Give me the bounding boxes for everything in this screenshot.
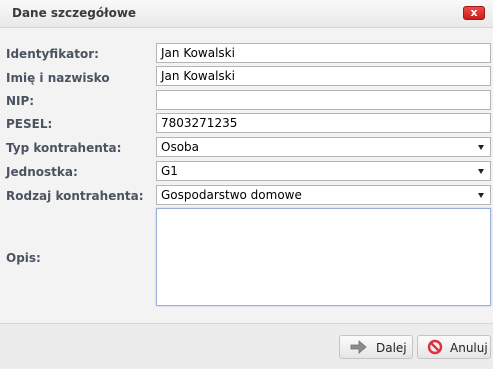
cancel-button[interactable]: Anuluj (417, 335, 491, 359)
identyfikator-field[interactable]: Jan Kowalski (156, 43, 491, 63)
jednostka-label: Jednostka: (6, 165, 78, 179)
typ-kontrahenta-value: Osoba (161, 140, 200, 154)
nip-label: NIP: (6, 94, 35, 108)
arrow-right-icon (350, 340, 367, 354)
cancel-icon (427, 339, 443, 355)
dialog-title: Dane szczegółowe (12, 6, 137, 20)
close-icon: x (470, 6, 478, 19)
details-dialog: Dane szczegółowe x Identyfikator: Jan Ko… (0, 0, 493, 369)
nip-field[interactable] (156, 90, 491, 110)
next-button-label: Dalej (376, 341, 407, 355)
imie-nazwisko-field[interactable]: Jan Kowalski (156, 66, 491, 86)
dialog-titlebar: Dane szczegółowe x (0, 0, 493, 28)
typ-kontrahenta-label: Typ kontrahenta: (6, 141, 122, 155)
rodzaj-kontrahenta-value: Gospodarstwo domowe (161, 188, 302, 202)
opis-textarea[interactable] (156, 208, 491, 306)
typ-kontrahenta-select[interactable]: Osoba (156, 137, 491, 157)
rodzaj-kontrahenta-select[interactable]: Gospodarstwo domowe (156, 185, 491, 205)
identyfikator-label: Identyfikator: (6, 47, 99, 61)
imie-nazwisko-label: Imię i nazwisko (6, 71, 110, 85)
pesel-label: PESEL: (6, 117, 53, 131)
chevron-down-icon[interactable] (478, 193, 484, 198)
pesel-field[interactable]: 7803271235 (156, 113, 491, 133)
chevron-down-icon[interactable] (478, 145, 484, 150)
jednostka-value: G1 (161, 164, 178, 178)
rodzaj-kontrahenta-label: Rodzaj kontrahenta: (6, 189, 144, 203)
close-button[interactable]: x (463, 6, 485, 20)
opis-label: Opis: (6, 251, 41, 265)
next-button[interactable]: Dalej (339, 335, 413, 359)
cancel-button-label: Anuluj (450, 341, 488, 355)
jednostka-select[interactable]: G1 (156, 161, 491, 181)
chevron-down-icon[interactable] (478, 169, 484, 174)
